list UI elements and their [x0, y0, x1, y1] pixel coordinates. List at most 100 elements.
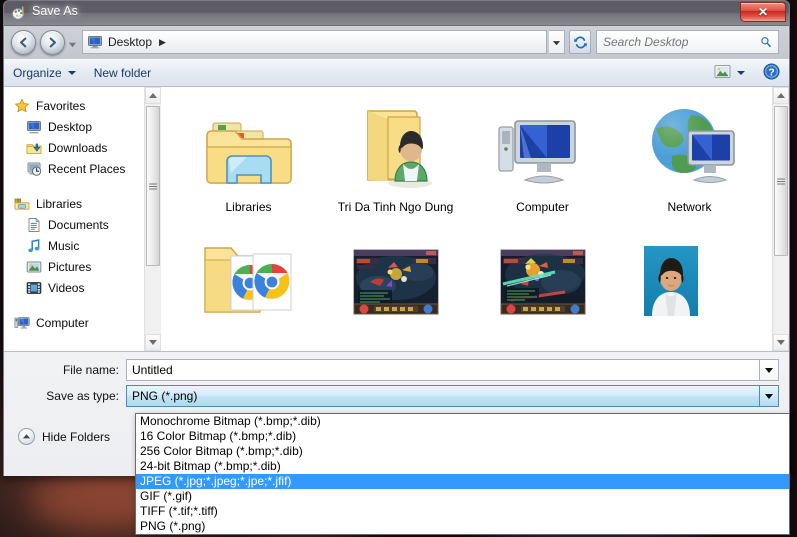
file-item-screenshot-1[interactable]: [322, 230, 469, 351]
desktop-icon: [87, 34, 103, 50]
breadcrumb-desktop[interactable]: Desktop: [108, 35, 152, 49]
savetype-dropdown-button[interactable]: [760, 385, 779, 407]
title-bar[interactable]: Save As ✕: [4, 1, 789, 26]
desktop-icon: [26, 119, 42, 135]
sidebar-item-music[interactable]: Music: [4, 235, 144, 256]
filename-field[interactable]: [126, 359, 760, 381]
grip-icon: [149, 183, 157, 189]
music-icon: [26, 238, 42, 254]
file-item-chrome-folder[interactable]: [175, 230, 322, 351]
help-button[interactable]: ?: [754, 60, 789, 86]
sidebar-label: Libraries: [36, 196, 83, 211]
dropdown-option-selected[interactable]: JPEG (*.jpg;*.jpeg;*.jpe;*.jfif): [136, 474, 789, 489]
sidebar-item-documents[interactable]: Documents: [4, 214, 144, 235]
downloads-icon: [26, 140, 42, 156]
savetype-value: PNG (*.png): [132, 389, 198, 403]
navpane-scrollbar[interactable]: [144, 87, 161, 351]
savetype-combobox[interactable]: PNG (*.png): [126, 385, 760, 407]
navpane-group-computer: Computer: [4, 312, 144, 333]
grip-icon: [777, 178, 785, 184]
navpane-group-libraries: Libraries Documents Music Pictures Video…: [4, 193, 144, 298]
sidebar-item-favorites[interactable]: Favorites: [4, 95, 144, 116]
dropdown-option[interactable]: 16 Color Bitmap (*.bmp;*.dib): [136, 429, 789, 444]
filelist-scroll-down-button[interactable]: [773, 334, 789, 351]
sidebar-item-desktop[interactable]: Desktop: [4, 116, 144, 137]
file-label: Tri Da Tinh Ngo Dung: [337, 200, 454, 214]
close-button[interactable]: ✕: [740, 2, 786, 22]
chrome-folder-icon: [201, 234, 297, 330]
svg-text:?: ?: [768, 67, 774, 78]
close-icon: ✕: [757, 5, 769, 19]
computer-icon: [495, 101, 591, 197]
organize-button[interactable]: Organize: [4, 60, 85, 86]
game-screenshot-1: [348, 234, 444, 330]
file-item-libraries[interactable]: Libraries: [175, 97, 322, 230]
organize-label: Organize: [13, 66, 62, 80]
sidebar-label: Music: [48, 238, 80, 253]
savetype-row: Save as type: PNG (*.png): [4, 385, 779, 407]
sidebar-label: Documents: [48, 217, 109, 232]
file-item-portrait[interactable]: [616, 230, 763, 351]
file-item-user-folder[interactable]: Tri Da Tinh Ngo Dung: [322, 97, 469, 230]
filename-dropdown-button[interactable]: [760, 359, 779, 381]
dropdown-option[interactable]: PNG (*.png): [136, 519, 789, 534]
dropdown-option[interactable]: Monochrome Bitmap (*.bmp;*.dib): [136, 414, 789, 429]
navpane-scroll-down-button[interactable]: [145, 334, 161, 351]
libraries-icon: [14, 196, 30, 212]
refresh-button[interactable]: [569, 30, 591, 54]
filename-input[interactable]: [132, 363, 754, 377]
chevron-down-icon: [765, 367, 773, 373]
back-button[interactable]: [11, 30, 36, 55]
sidebar-label: Desktop: [48, 119, 93, 134]
sidebar-item-downloads[interactable]: Downloads: [4, 137, 144, 158]
computer-icon: [14, 315, 30, 331]
user-folder-icon: [348, 101, 444, 197]
dropdown-option[interactable]: 256 Color Bitmap (*.bmp;*.dib): [136, 444, 789, 459]
sidebar-item-libraries[interactable]: Libraries: [4, 193, 144, 214]
navpane-spacer-2: [4, 300, 144, 312]
magnifier-icon: [761, 37, 771, 48]
help-icon: ?: [763, 63, 780, 83]
new-folder-button[interactable]: New folder: [85, 60, 160, 86]
chevron-down-icon: [68, 42, 77, 48]
dropdown-option[interactable]: TIFF (*.tif;*.tiff): [136, 504, 789, 519]
address-dropdown-button[interactable]: [549, 30, 565, 54]
sidebar-label: Pictures: [48, 259, 92, 274]
sidebar-item-recent-places[interactable]: Recent Places: [4, 158, 144, 179]
filename-row: File name:: [4, 359, 779, 381]
file-row-2: [175, 230, 772, 351]
navpane-scroll-thumb[interactable]: [146, 106, 160, 266]
sidebar-item-computer[interactable]: Computer: [4, 312, 144, 333]
sidebar-item-videos[interactable]: Videos: [4, 277, 144, 298]
videos-icon: [26, 280, 42, 296]
sidebar-item-pictures[interactable]: Pictures: [4, 256, 144, 277]
breadcrumb-separator-icon[interactable]: ▶: [159, 37, 166, 48]
search-input[interactable]: [603, 35, 760, 49]
recent-locations-button[interactable]: [68, 38, 77, 48]
file-item-computer[interactable]: Computer: [469, 97, 616, 230]
file-item-network[interactable]: Network: [616, 97, 763, 230]
sidebar-label: Videos: [48, 280, 85, 295]
scroll-down-icon: [149, 340, 157, 345]
file-item-screenshot-2[interactable]: [469, 230, 616, 351]
chevron-down-icon: [552, 40, 561, 45]
chevron-down-icon: [765, 393, 773, 399]
navpane-scroll-up-button[interactable]: [145, 87, 161, 104]
filelist-scroll-thumb[interactable]: [774, 106, 788, 256]
address-bar[interactable]: Desktop ▶: [82, 30, 547, 54]
dropdown-option[interactable]: GIF (*.gif): [136, 489, 789, 504]
change-view-button[interactable]: [705, 60, 754, 86]
forward-button[interactable]: [40, 30, 65, 55]
sidebar-label: Favorites: [36, 98, 86, 113]
filelist-scroll-up-button[interactable]: [773, 87, 789, 104]
hide-folders-button[interactable]: Hide Folders: [18, 428, 110, 445]
network-icon: [642, 101, 738, 197]
hide-folders-label: Hide Folders: [42, 429, 111, 444]
file-label: Libraries: [225, 200, 272, 214]
savetype-dropdown-list[interactable]: Monochrome Bitmap (*.bmp;*.dib) 16 Color…: [135, 413, 790, 535]
star-icon: [14, 98, 30, 114]
search-box[interactable]: [596, 30, 779, 54]
sidebar-label: Recent Places: [48, 161, 126, 176]
dropdown-option[interactable]: 24-bit Bitmap (*.bmp;*.dib): [136, 459, 789, 474]
filelist-scrollbar[interactable]: [772, 87, 789, 351]
